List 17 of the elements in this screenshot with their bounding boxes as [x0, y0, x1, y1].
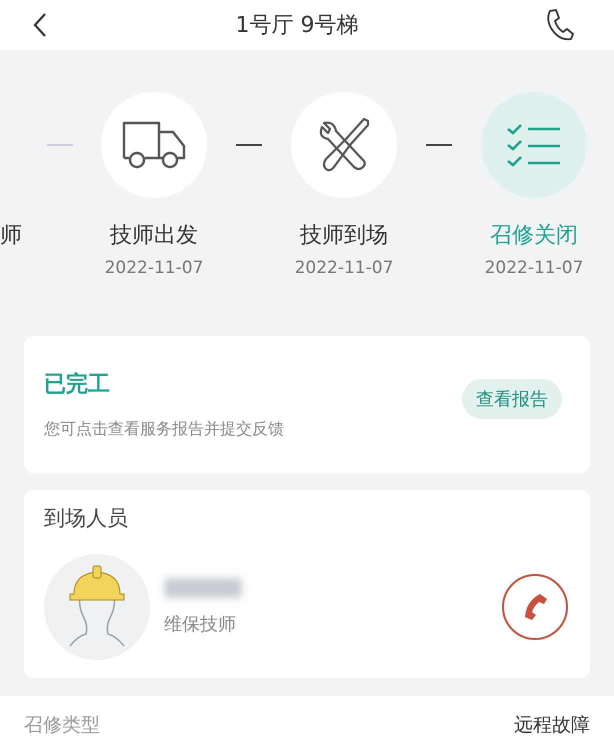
detail-label: 召修类型: [24, 713, 100, 738]
view-report-button[interactable]: 查看报告: [462, 378, 562, 418]
step-date: 2022-11-07: [104, 258, 204, 278]
role-text: 维保技师: [164, 613, 237, 636]
checklist-icon: [506, 123, 562, 167]
step-date: 2022-11-07: [484, 258, 584, 278]
status-text: 已完工: [44, 371, 111, 399]
hint-text: 您可点击查看服务报告并提交反馈: [44, 419, 284, 440]
step-label: 技师到场: [300, 222, 388, 250]
card-title: 到场人员: [44, 505, 128, 532]
step-label: 召修关闭: [490, 222, 578, 250]
step-label: 技师出发: [110, 222, 198, 250]
page-title: 1号厅 9号梯: [236, 12, 358, 40]
truck-icon: [121, 120, 187, 170]
step-label: 师: [0, 222, 20, 250]
step-date: 2022-11-07: [294, 258, 394, 278]
detail-value: 远程故障: [514, 713, 590, 738]
